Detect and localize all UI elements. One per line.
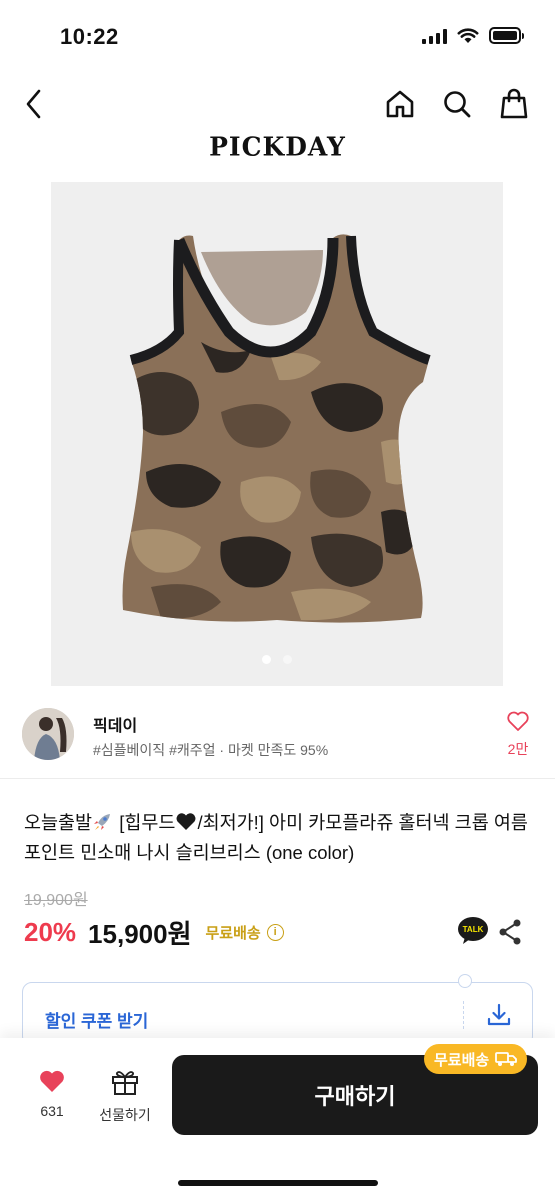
share-icon xyxy=(499,919,521,945)
battery-icon xyxy=(489,27,524,44)
status-icons xyxy=(422,27,524,44)
back-icon xyxy=(26,89,41,119)
coupon-banner[interactable]: 할인 쿠폰 받기 xyxy=(22,974,533,1046)
shopping-bag-button[interactable] xyxy=(494,84,534,124)
share-button[interactable] xyxy=(497,918,523,946)
carousel-indicator xyxy=(51,655,503,664)
carousel-dot[interactable] xyxy=(283,655,292,664)
discount-rate: 20% xyxy=(24,916,77,947)
bag-icon xyxy=(500,88,528,119)
product-image-carousel[interactable] xyxy=(51,182,503,686)
original-price: 19,900원 xyxy=(24,892,88,909)
svg-text:TALK: TALK xyxy=(463,925,484,934)
seller-like-button[interactable]: 2만 xyxy=(500,710,536,759)
info-icon[interactable]: i xyxy=(266,923,284,941)
product-photo xyxy=(122,234,431,623)
seller-avatar-image xyxy=(22,708,74,760)
product-title: 오늘출발 [힙무드/최저가!] 아미 카모플라쥬 홀터넥 크롭 여름 포인트 민… xyxy=(24,808,534,868)
back-button[interactable] xyxy=(14,84,54,124)
heart-icon xyxy=(40,1070,64,1092)
sale-price: 15,900원 xyxy=(88,918,192,949)
price-row: 20% 15,900원 무료배송 i xyxy=(24,914,284,950)
seller-info[interactable]: 픽데이 #심플베이직 #캐주얼 · 마켓 만족도 95% 2만 xyxy=(0,700,555,772)
wish-button[interactable]: 631 xyxy=(30,1068,74,1119)
rocket-icon xyxy=(94,814,111,830)
free-shipping-label: 무료배송 xyxy=(205,924,261,942)
title-part-1: 오늘출발 xyxy=(24,812,93,833)
coupon-download-button[interactable] xyxy=(485,1001,513,1029)
search-icon xyxy=(444,91,471,118)
seller-like-count: 2만 xyxy=(507,741,529,757)
gift-button[interactable]: 선물하기 xyxy=(92,1068,158,1125)
gift-label: 선물하기 xyxy=(99,1107,151,1123)
search-button[interactable] xyxy=(437,84,477,124)
coupon-notch xyxy=(458,974,472,988)
wish-count: 631 xyxy=(40,1103,64,1119)
coupon-separator xyxy=(463,1001,464,1029)
free-shipping-badge: 무료배송 xyxy=(424,1044,528,1074)
kakao-talk-icon: TALK xyxy=(458,917,488,944)
carousel-dot-active[interactable] xyxy=(262,655,271,664)
home-indicator xyxy=(178,1180,378,1186)
kakao-talk-button[interactable]: TALK xyxy=(457,916,489,946)
status-time: 10:22 xyxy=(60,24,119,49)
home-icon xyxy=(386,90,414,118)
divider xyxy=(0,778,555,779)
status-bar: 10:22 xyxy=(0,0,555,70)
badge-label: 무료배송 xyxy=(434,1051,490,1069)
seller-name[interactable]: 픽데이 xyxy=(93,712,137,736)
coupon-label: 할인 쿠폰 받기 xyxy=(45,1012,149,1031)
brand-logo[interactable]: PICKDAY xyxy=(0,131,555,161)
gift-icon xyxy=(112,1071,138,1095)
truck-icon xyxy=(495,1052,518,1066)
bottom-action-bar: 631 선물하기 구매하기 무료배송 xyxy=(0,1038,555,1200)
black-heart-icon xyxy=(176,813,196,830)
title-part-2: [힙무드 xyxy=(114,812,176,833)
free-shipping-info[interactable]: 무료배송 i xyxy=(206,922,284,943)
download-icon xyxy=(487,1003,511,1026)
signal-icon xyxy=(422,28,447,44)
top-navigation xyxy=(0,78,555,128)
home-button[interactable] xyxy=(380,84,420,124)
wifi-icon xyxy=(457,27,479,43)
seller-tags: #심플베이직 #캐주얼 · 마켓 만족도 95% xyxy=(93,742,329,758)
heart-outline-icon xyxy=(507,711,529,731)
seller-avatar[interactable] xyxy=(22,708,74,760)
